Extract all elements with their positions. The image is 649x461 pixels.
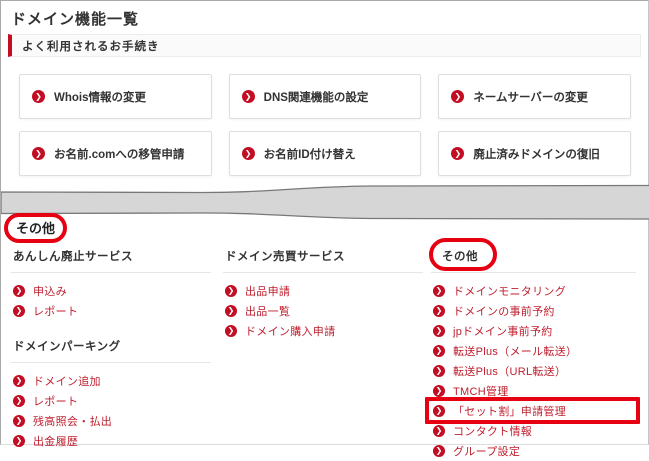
link-parking-withdrawal-history[interactable]: 出金履歴 [11, 431, 211, 451]
chevron-circle-icon [433, 445, 445, 457]
link-domain-monitoring[interactable]: ドメインモニタリング [431, 281, 636, 301]
chevron-circle-icon [433, 405, 445, 417]
chevron-circle-icon [13, 375, 25, 387]
others-section-heading-annotated: その他 [4, 213, 68, 243]
chevron-circle-icon [241, 147, 255, 160]
link-parking-report[interactable]: レポート [11, 391, 211, 411]
chevron-circle-icon [225, 325, 237, 337]
link-listing-application[interactable]: 出品申請 [223, 281, 423, 301]
page-title: ドメイン機能一覧 [11, 11, 140, 28]
section-header-anshin-haishi: あんしん廃止サービス [11, 245, 211, 273]
chevron-circle-icon [13, 435, 25, 447]
link-forward-plus-url[interactable]: 転送Plus（URL転送） [431, 361, 636, 381]
link-set-discount-application[interactable]: 「セット割」申請管理 [425, 397, 640, 424]
button-label: 廃止済みドメインの復旧 [473, 148, 600, 161]
quick-procedure-button-grid: Whois情報の変更 DNS関連機能の設定 ネームサーバーの変更 お名前.com… [19, 74, 631, 176]
button-nameserver-change[interactable]: ネームサーバーの変更 [438, 74, 631, 119]
section-header-others: その他 [429, 238, 636, 273]
button-transfer-in-application[interactable]: お名前.comへの移管申請 [19, 131, 212, 176]
chevron-circle-icon [13, 415, 25, 427]
button-restore-expired-domain[interactable]: 廃止済みドメインの復旧 [438, 131, 631, 176]
button-id-reassignment[interactable]: お名前ID付け替え [228, 131, 422, 176]
chevron-circle-icon [433, 385, 445, 397]
chevron-circle-icon [225, 305, 237, 317]
section-header-domain-trading: ドメイン売買サービス [223, 245, 423, 273]
chevron-circle-icon [13, 395, 25, 407]
link-group-settings[interactable]: グループ設定 [431, 441, 636, 461]
chevron-circle-icon [433, 285, 445, 297]
chevron-circle-icon [32, 147, 45, 160]
section-header-others-label: その他 [442, 251, 478, 263]
chevron-circle-icon [225, 285, 237, 297]
link-forward-plus-mail[interactable]: 転送Plus（メール転送） [431, 341, 636, 361]
link-domain-purchase-application[interactable]: ドメイン購入申請 [223, 321, 423, 341]
column-others: その他 ドメインモニタリング ドメインの事前予約 jpドメイン事前予約 転送Pl… [425, 238, 640, 461]
frequently-used-section-label: よく利用されるお手続き [22, 40, 160, 53]
button-whois-change[interactable]: Whois情報の変更 [19, 74, 212, 119]
chevron-circle-icon [241, 90, 255, 103]
chevron-circle-icon [433, 325, 445, 337]
torn-screenshot-divider [1, 184, 649, 220]
link-anshin-apply[interactable]: 申込み [11, 281, 211, 301]
link-label[interactable]: 出金履歴 [33, 433, 78, 449]
link-label[interactable]: 「セット割」申請管理 [453, 403, 566, 419]
link-listing-list[interactable]: 出品一覧 [223, 301, 423, 321]
link-label[interactable]: ドメイン購入申請 [245, 323, 335, 339]
column-domain-trading: ドメイン売買サービス 出品申請 出品一覧 ドメイン購入申請 [223, 245, 423, 341]
button-label: お名前ID付け替え [263, 148, 356, 161]
link-label[interactable]: レポート [33, 303, 78, 319]
chevron-circle-icon [433, 345, 445, 357]
button-label: ネームサーバーの変更 [473, 91, 588, 104]
link-label[interactable]: ドメインの事前予約 [453, 303, 555, 319]
link-label[interactable]: 申込み [33, 283, 67, 299]
link-label[interactable]: 残高照会・払出 [33, 413, 112, 429]
chevron-circle-icon [433, 365, 445, 377]
button-label: Whois情報の変更 [54, 91, 146, 104]
column-anshin-parking: あんしん廃止サービス 申込み レポート ドメインパーキング ドメイン追加 レポー… [11, 245, 211, 451]
link-label[interactable]: 転送Plus（URL転送） [453, 363, 566, 379]
link-jp-domain-pre-reservation[interactable]: jpドメイン事前予約 [431, 321, 636, 341]
link-contact-info[interactable]: コンタクト情報 [431, 421, 636, 441]
link-label[interactable]: 出品申請 [245, 283, 290, 299]
section-header-domain-parking: ドメインパーキング [11, 335, 211, 363]
domain-function-page: ドメイン機能一覧 よく利用されるお手続き Whois情報の変更 DNS関連機能の… [0, 0, 649, 458]
link-label[interactable]: TMCH管理 [453, 383, 509, 399]
link-label[interactable]: グループ設定 [453, 443, 520, 459]
button-label: DNS関連機能の設定 [263, 91, 369, 104]
link-domain-pre-reservation[interactable]: ドメインの事前予約 [431, 301, 636, 321]
chevron-circle-icon [451, 90, 465, 103]
link-label[interactable]: ドメイン追加 [33, 373, 101, 389]
link-label[interactable]: 転送Plus（メール転送） [453, 343, 577, 359]
link-label[interactable]: 出品一覧 [245, 303, 290, 319]
link-label[interactable]: レポート [33, 393, 78, 409]
chevron-circle-icon [433, 425, 445, 437]
link-label[interactable]: jpドメイン事前予約 [453, 323, 553, 339]
chevron-circle-icon [13, 285, 25, 297]
link-label[interactable]: ドメインモニタリング [453, 283, 566, 299]
frequently-used-section-bar: よく利用されるお手続き [8, 34, 641, 57]
chevron-circle-icon [451, 147, 465, 160]
link-parking-add-domain[interactable]: ドメイン追加 [11, 371, 211, 391]
link-anshin-report[interactable]: レポート [11, 301, 211, 321]
chevron-circle-icon [32, 90, 45, 103]
button-dns-settings[interactable]: DNS関連機能の設定 [228, 74, 422, 119]
link-label[interactable]: コンタクト情報 [453, 423, 532, 439]
button-label: お名前.comへの移管申請 [54, 148, 185, 161]
link-parking-balance-payout[interactable]: 残高照会・払出 [11, 411, 211, 431]
chevron-circle-icon [13, 305, 25, 317]
link-tmch-management[interactable]: TMCH管理 [431, 381, 636, 401]
chevron-circle-icon [433, 305, 445, 317]
